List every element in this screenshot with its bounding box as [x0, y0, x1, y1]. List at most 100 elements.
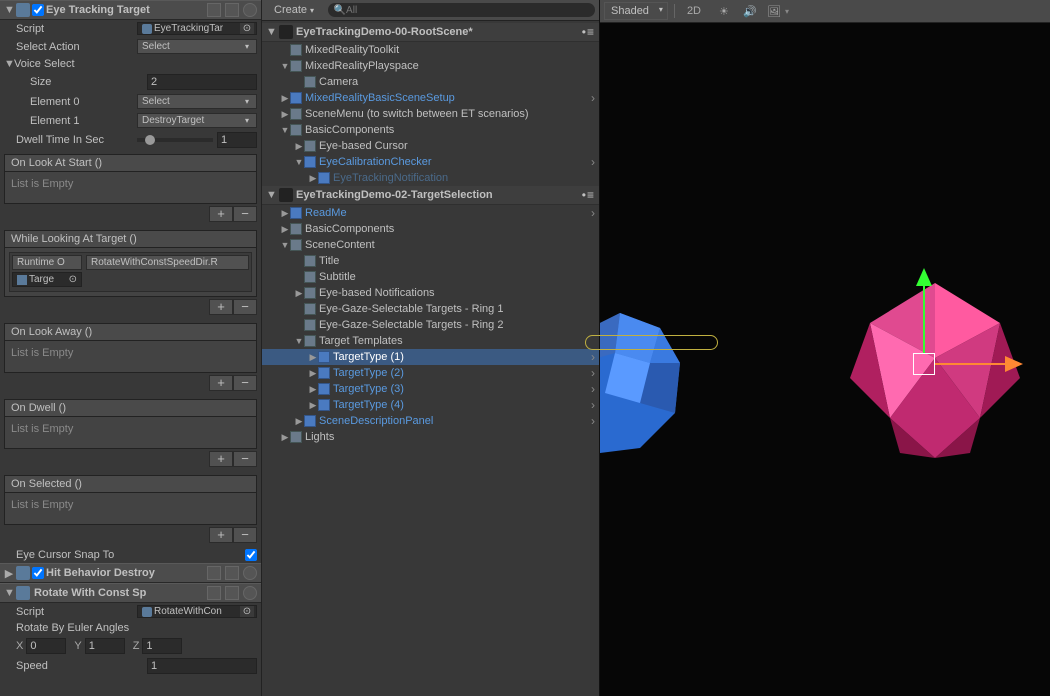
remove-listener-button[interactable]: − [233, 451, 257, 467]
foldout-icon[interactable]: ▼ [266, 26, 276, 38]
dwell-slider[interactable] [137, 138, 213, 142]
select-action-dropdown[interactable]: Select ▾ [137, 39, 257, 54]
foldout-icon[interactable]: ▶ [280, 224, 290, 235]
dwell-input[interactable] [217, 132, 257, 148]
foldout-icon[interactable]: ▼ [4, 4, 14, 16]
hierarchy-node[interactable]: ▶MixedRealityBasicSceneSetup› [262, 90, 599, 106]
foldout-icon[interactable]: ▼ [294, 157, 304, 167]
foldout-icon[interactable]: ▼ [4, 587, 14, 599]
enable-checkbox[interactable] [32, 4, 44, 16]
hierarchy-node[interactable]: ▶SceneMenu (to switch between ET scenari… [262, 106, 599, 122]
foldout-icon[interactable]: ▶ [308, 368, 318, 379]
hierarchy-search[interactable]: 🔍 [328, 3, 595, 17]
foldout-icon[interactable]: ▶ [308, 173, 318, 184]
voice-size-input[interactable] [147, 74, 257, 90]
object-picker-icon[interactable]: ⊙ [69, 274, 77, 285]
runtime-dropdown[interactable]: Runtime O [12, 255, 82, 270]
foldout-icon[interactable]: ▶ [280, 93, 290, 104]
open-prefab-icon[interactable]: › [591, 398, 595, 412]
search-input[interactable] [346, 5, 589, 16]
component-header-hitbehavior[interactable]: ▶ Hit Behavior Destroy [0, 563, 261, 583]
hierarchy-node[interactable]: ▶TargetType (4)› [262, 397, 599, 413]
scene-header[interactable]: ▼EyeTrackingDemo-00-RootScene*•≡ [262, 23, 599, 42]
hierarchy-node[interactable]: ▶SceneDescriptionPanel› [262, 413, 599, 429]
fx-toggle-button[interactable]: 🖼 [761, 3, 779, 20]
foldout-icon[interactable]: ▼ [280, 125, 290, 135]
hierarchy-node[interactable]: Subtitle [262, 269, 599, 285]
remove-listener-button[interactable]: − [233, 206, 257, 222]
2d-toggle-button[interactable]: 2D [681, 3, 707, 19]
hierarchy-node[interactable]: Eye-Gaze-Selectable Targets - Ring 2 [262, 317, 599, 333]
snapto-checkbox[interactable] [245, 549, 257, 561]
scene-header[interactable]: ▼EyeTrackingDemo-02-TargetSelection•≡ [262, 186, 599, 205]
hierarchy-node[interactable]: Eye-Gaze-Selectable Targets - Ring 1 [262, 301, 599, 317]
gizmo-x-axis-handle[interactable] [1005, 356, 1023, 372]
hierarchy-node[interactable]: ▼SceneContent [262, 237, 599, 253]
open-prefab-icon[interactable]: › [591, 414, 595, 428]
add-listener-button[interactable]: + [209, 206, 233, 222]
foldout-icon[interactable]: ▼ [280, 61, 290, 71]
add-listener-button[interactable]: + [209, 299, 233, 315]
method-dropdown[interactable]: RotateWithConstSpeedDir.R [86, 255, 249, 270]
preset-icon[interactable] [225, 566, 239, 580]
hierarchy-node[interactable]: ▼Target Templates [262, 333, 599, 349]
foldout-icon[interactable]: ▶ [280, 208, 290, 219]
foldout-icon[interactable]: ▼ [4, 58, 14, 70]
gear-icon[interactable] [243, 3, 257, 17]
component-header-eye-tracking[interactable]: ▼ Eye Tracking Target [0, 0, 261, 20]
add-listener-button[interactable]: + [209, 527, 233, 543]
reference-icon[interactable] [207, 566, 221, 580]
preset-icon[interactable] [225, 586, 239, 600]
hierarchy-node[interactable]: ▶ReadMe› [262, 205, 599, 221]
remove-listener-button[interactable]: − [233, 375, 257, 391]
hierarchy-node[interactable]: ▶TargetType (2)› [262, 365, 599, 381]
shading-dropdown[interactable]: Shaded [604, 2, 668, 20]
euler-z-input[interactable] [142, 638, 182, 654]
gizmo-y-axis-handle[interactable] [916, 268, 932, 286]
euler-x-input[interactable] [26, 638, 66, 654]
foldout-icon[interactable]: ▶ [4, 567, 14, 580]
foldout-icon[interactable]: ▶ [280, 109, 290, 120]
voice-el1-dropdown[interactable]: DestroyTarget ▾ [137, 113, 257, 128]
open-prefab-icon[interactable]: › [591, 366, 595, 380]
speed-input[interactable] [147, 658, 257, 674]
reference-icon[interactable] [207, 586, 221, 600]
foldout-icon[interactable]: ▶ [308, 400, 318, 411]
open-prefab-icon[interactable]: › [591, 155, 595, 169]
gizmo-center-handle[interactable] [913, 353, 935, 375]
preset-icon[interactable] [225, 3, 239, 17]
foldout-icon[interactable]: ▼ [266, 189, 276, 201]
foldout-icon[interactable]: ▶ [294, 288, 304, 299]
object-picker-icon[interactable]: ⊙ [240, 606, 254, 617]
hierarchy-node[interactable]: ▼BasicComponents [262, 122, 599, 138]
hierarchy-node[interactable]: ▶Eye-based Cursor [262, 138, 599, 154]
hierarchy-node[interactable]: ▶BasicComponents [262, 221, 599, 237]
gear-icon[interactable] [243, 586, 257, 600]
rotate-script-objectfield[interactable]: RotateWithCon ⊙ [137, 605, 257, 618]
remove-listener-button[interactable]: − [233, 299, 257, 315]
open-prefab-icon[interactable]: › [591, 382, 595, 396]
hierarchy-node[interactable]: ▼EyeCalibrationChecker› [262, 154, 599, 170]
hierarchy-node[interactable]: ▶Lights [262, 429, 599, 445]
foldout-icon[interactable]: ▼ [280, 240, 290, 250]
open-prefab-icon[interactable]: › [591, 91, 595, 105]
foldout-icon[interactable]: ▼ [294, 336, 304, 346]
scene-viewport[interactable] [600, 23, 1050, 696]
open-prefab-icon[interactable]: › [591, 206, 595, 220]
hierarchy-tree[interactable]: ▼EyeTrackingDemo-00-RootScene*•≡MixedRea… [262, 21, 599, 696]
foldout-icon[interactable]: ▶ [308, 384, 318, 395]
gear-icon[interactable] [243, 566, 257, 580]
scene-menu-icon[interactable]: •≡ [582, 188, 595, 202]
hierarchy-node[interactable]: ▶TargetType (3)› [262, 381, 599, 397]
audio-toggle-button[interactable]: 🔊 [737, 3, 755, 20]
foldout-icon[interactable]: ▶ [308, 352, 318, 363]
add-listener-button[interactable]: + [209, 451, 233, 467]
object-picker-icon[interactable]: ⊙ [240, 23, 254, 34]
foldout-icon[interactable]: ▶ [294, 141, 304, 152]
enable-checkbox[interactable] [32, 567, 44, 579]
lighting-toggle-button[interactable]: ☀ [713, 3, 731, 20]
component-header-rotate[interactable]: ▼ Rotate With Const Sp [0, 583, 261, 603]
add-listener-button[interactable]: + [209, 375, 233, 391]
hierarchy-node[interactable]: ▶TargetType (1)› [262, 349, 599, 365]
hierarchy-node[interactable]: MixedRealityToolkit [262, 42, 599, 58]
